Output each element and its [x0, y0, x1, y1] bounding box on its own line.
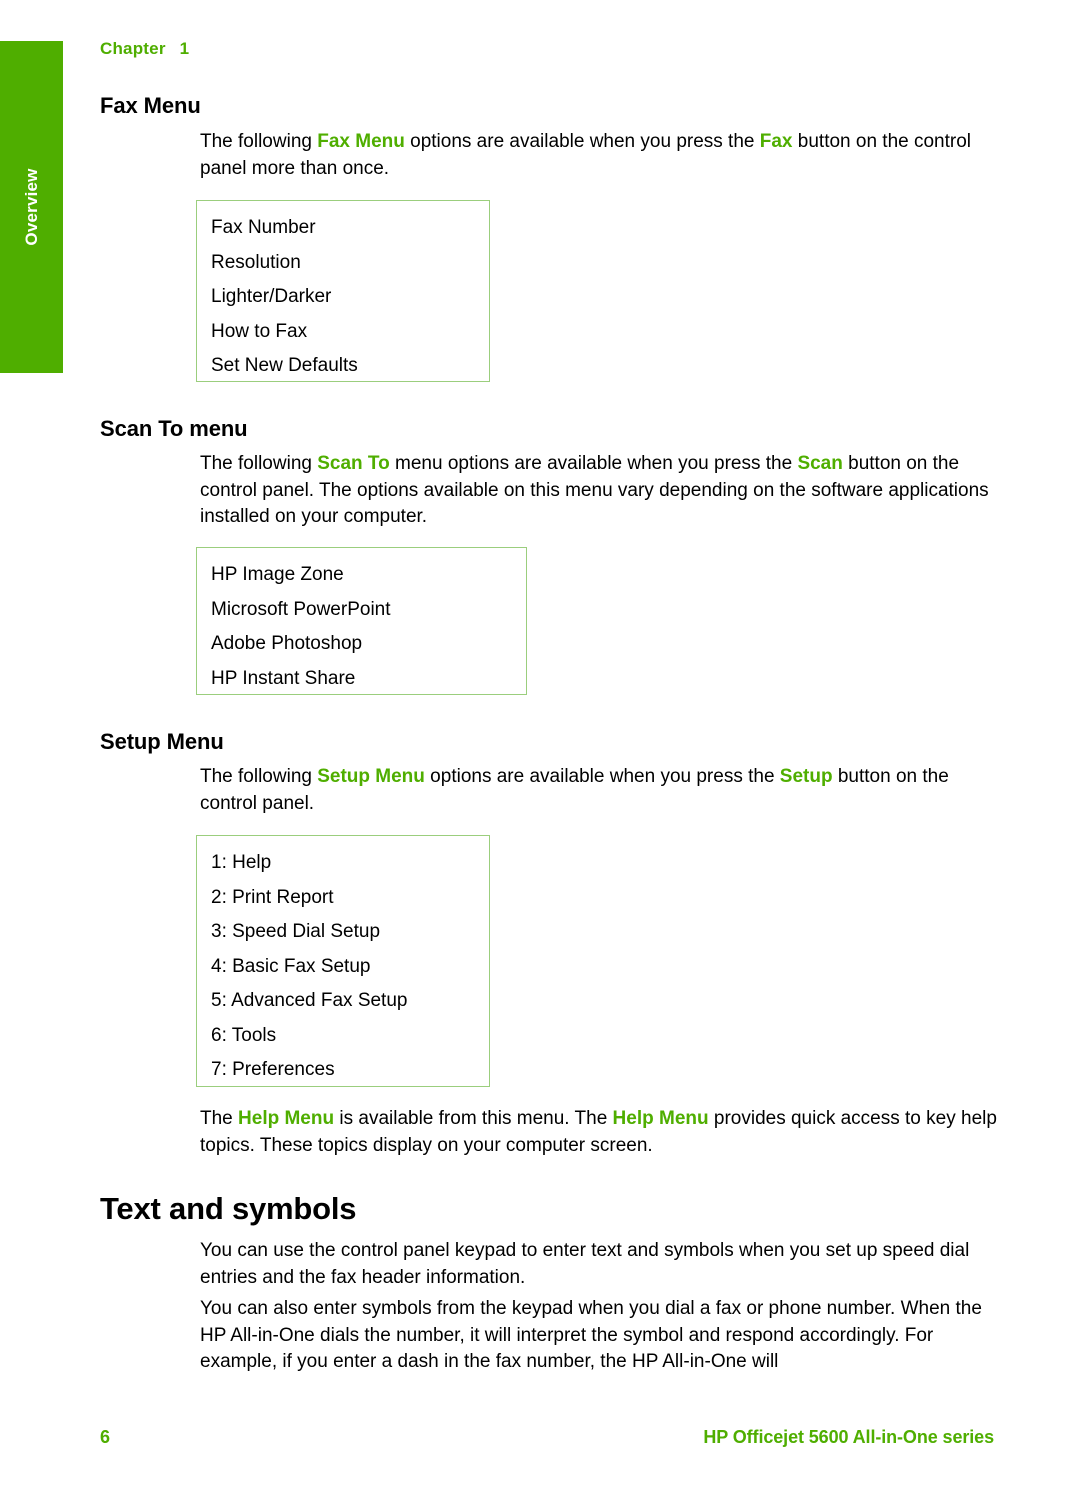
menu-item: Microsoft PowerPoint: [211, 598, 391, 620]
text-run: options are available when you press the: [404, 131, 760, 152]
menu-item: Fax Number: [211, 217, 316, 238]
text-run: menu options are available when you pres…: [389, 453, 798, 474]
side-tab-overview: Overview: [0, 41, 63, 373]
menu-box-fax-menu: Fax Number Resolution Lighter/Darker How…: [196, 200, 490, 382]
paragraph-text-symbols-2: You can also enter symbols from the keyp…: [200, 1298, 982, 1372]
heading-text-and-symbols: Text and symbols: [100, 1191, 357, 1226]
page-footer: 6 HP Officejet 5600 All-in-One series: [0, 1427, 1080, 1457]
paragraph-fax-menu: The following Fax Menu options are avail…: [200, 129, 990, 182]
menu-item: 4: Basic Fax Setup: [211, 955, 371, 977]
menu-item: 1: Help: [211, 852, 272, 873]
text-run: The following: [200, 453, 318, 474]
menu-item: Adobe Photoshop: [211, 633, 363, 654]
highlight-help-menu-1: Help Menu: [238, 1108, 335, 1129]
text-run: The following: [200, 131, 318, 152]
text-run: is available from this menu. The: [334, 1108, 613, 1129]
menu-item: Lighter/Darker: [211, 286, 332, 307]
menu-item: Resolution: [211, 251, 301, 273]
footer-product-name: HP Officejet 5600 All-in-One series: [703, 1427, 994, 1447]
heading-fax-menu: Fax Menu: [100, 93, 201, 118]
menu-box-scan-to: HP Image Zone Microsoft PowerPoint Adobe…: [196, 547, 527, 695]
paragraph-scan-to-menu: The following Scan To menu options are a…: [200, 451, 990, 531]
menu-item: 3: Speed Dial Setup: [211, 921, 381, 942]
highlight-fax-button: Fax: [759, 131, 793, 152]
menu-item: 7: Preferences: [211, 1059, 335, 1080]
highlight-scan-button: Scan: [797, 453, 843, 474]
text-run: options are available when you press the: [424, 766, 780, 787]
menu-item: Set New Defaults: [211, 355, 358, 376]
heading-scan-to-menu: Scan To menu: [100, 416, 248, 441]
footer-page-number: 6: [100, 1427, 111, 1447]
highlight-setup-button: Setup: [779, 766, 833, 787]
paragraph-help-menu: The Help Menu is available from this men…: [200, 1106, 1000, 1159]
menu-box-setup-menu: 1: Help 2: Print Report 3: Speed Dial Se…: [196, 835, 490, 1087]
highlight-fax-menu: Fax Menu: [317, 131, 405, 152]
document-page: Overview Chapter 1 Fax Menu The following…: [0, 0, 1080, 1495]
text-run: The following: [200, 766, 318, 787]
menu-item: 6: Tools: [211, 1024, 277, 1046]
menu-item: HP Instant Share: [211, 667, 356, 689]
chapter-number: 1: [179, 39, 190, 58]
side-tab-label: Overview: [21, 168, 41, 246]
text-run: The: [200, 1108, 239, 1129]
menu-item: HP Image Zone: [211, 564, 344, 585]
highlight-scan-to: Scan To: [317, 453, 390, 474]
menu-item: How to Fax: [211, 320, 308, 342]
menu-item: 5: Advanced Fax Setup: [211, 990, 408, 1011]
highlight-help-menu-2: Help Menu: [612, 1108, 709, 1129]
menu-item: 2: Print Report: [211, 886, 334, 908]
heading-setup-menu: Setup Menu: [100, 729, 224, 754]
chapter-label: Chapter 1: [100, 39, 189, 59]
paragraph-text-symbols-1: You can use the control panel keypad to …: [200, 1240, 970, 1288]
highlight-setup-menu: Setup Menu: [317, 766, 425, 787]
chapter-word: Chapter: [100, 39, 166, 58]
paragraph-setup-menu: The following Setup Menu options are ava…: [200, 764, 1000, 817]
